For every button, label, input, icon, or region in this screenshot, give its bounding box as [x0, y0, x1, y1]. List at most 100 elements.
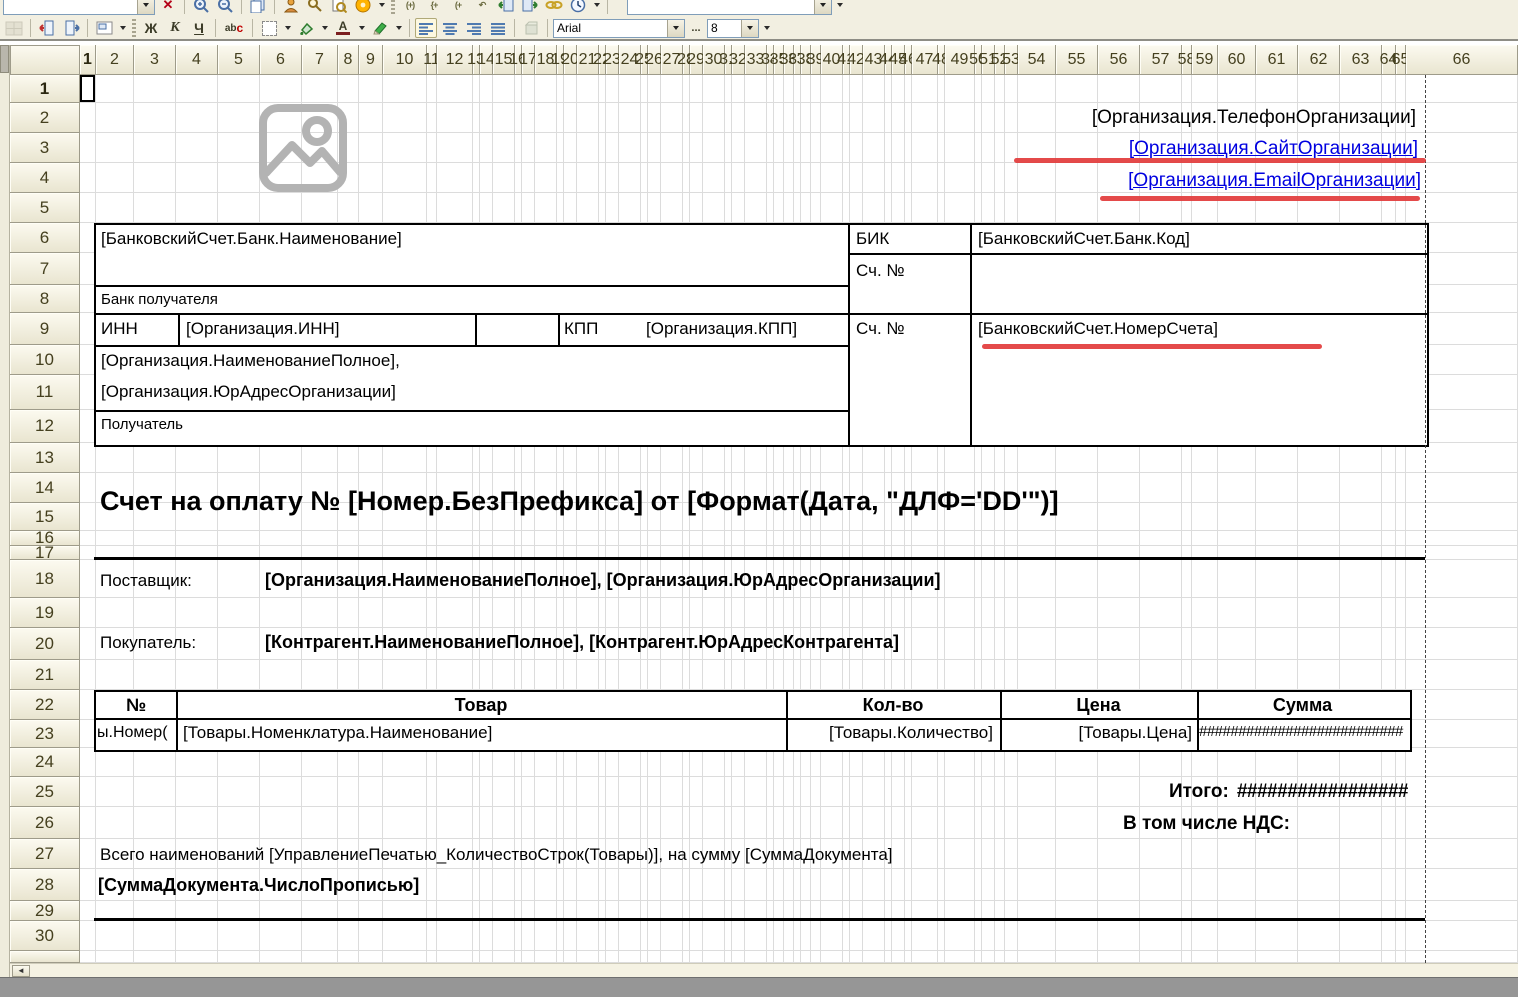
formula-box-dropdown-icon[interactable] — [814, 0, 831, 14]
buyer-value[interactable]: [Контрагент.НаименованиеПолное], [Контра… — [265, 632, 899, 653]
column-header[interactable]: 9 — [359, 45, 383, 75]
column-header[interactable]: 48 — [938, 45, 945, 75]
clear-icon[interactable]: ✕ — [157, 0, 179, 15]
zoom-in-icon[interactable] — [190, 0, 212, 15]
row-header[interactable]: 13 — [10, 443, 80, 473]
zoom-out-icon[interactable] — [214, 0, 236, 15]
group-rows-icon[interactable]: (+) — [399, 0, 421, 15]
group-columns-icon[interactable]: {+ — [423, 0, 445, 15]
row-header[interactable]: 20 — [10, 628, 80, 660]
column-header[interactable]: 42 — [850, 45, 863, 75]
merge-cells-icon[interactable] — [3, 18, 25, 38]
warning-icon[interactable] — [352, 0, 374, 15]
shrink-column-icon[interactable] — [36, 18, 58, 38]
search-icon[interactable] — [304, 0, 326, 15]
logo-image-placeholder[interactable] — [255, 100, 351, 201]
link-icon[interactable] — [543, 0, 565, 15]
org-email-link[interactable]: [Организация.EmailОрганизации] — [1128, 170, 1421, 192]
row-header[interactable]: 19 — [10, 598, 80, 628]
row-header[interactable]: 3 — [10, 133, 80, 163]
column-header[interactable]: 3 — [134, 45, 176, 75]
row-header[interactable]: 12 — [10, 410, 80, 443]
horizontal-scrollbar[interactable]: ◄ — [10, 963, 1518, 977]
font-size-value[interactable]: 8 — [708, 21, 741, 35]
account-value[interactable]: [БанковскийСчет.НомерСчета] — [978, 319, 1418, 339]
font-settings-icon[interactable]: abc — [221, 18, 247, 38]
text-color-dropdown-icon[interactable] — [356, 18, 367, 38]
bold-button[interactable]: Ж — [140, 18, 162, 38]
row-header[interactable]: 21 — [10, 660, 80, 690]
row-header[interactable]: 27 — [10, 839, 80, 869]
clock-icon[interactable] — [567, 0, 589, 15]
row-header[interactable]: 1 — [10, 75, 80, 103]
name-box-dropdown-icon[interactable] — [137, 0, 154, 14]
user-icon[interactable] — [280, 0, 302, 15]
column-header[interactable]: 17 — [522, 45, 535, 75]
toolbar2-overflow-icon[interactable] — [761, 18, 772, 38]
goods-row-price[interactable]: [Товары.Цена] — [1002, 723, 1192, 743]
fill-color-icon[interactable] — [295, 18, 317, 38]
named-area-icon[interactable] — [93, 18, 115, 38]
move-section-right-icon[interactable] — [519, 0, 541, 15]
column-header[interactable]: 39 — [811, 45, 821, 75]
row-header[interactable]: 8 — [10, 285, 80, 313]
row-header[interactable]: 25 — [10, 777, 80, 807]
kpp-value[interactable]: [Организация.КПП] — [646, 319, 846, 339]
column-header[interactable]: 59 — [1192, 45, 1218, 75]
text-color-icon[interactable]: А — [332, 18, 354, 38]
bik-value[interactable]: [БанковскийСчет.Банк.Код] — [978, 229, 1418, 249]
row-header[interactable]: 29 — [10, 901, 80, 921]
highlight-dropdown-icon[interactable] — [393, 18, 404, 38]
column-header[interactable]: 4 — [176, 45, 218, 75]
formula-box[interactable] — [627, 0, 832, 15]
font-name-value[interactable]: Arial — [554, 21, 667, 35]
view-document-icon[interactable] — [328, 0, 350, 15]
copy-pages-icon[interactable] — [247, 0, 269, 15]
scroll-left-icon[interactable]: ◄ — [12, 965, 30, 977]
font-name-dropdown-icon[interactable] — [667, 20, 684, 37]
font-size-dropdown-icon[interactable] — [741, 20, 758, 37]
column-header[interactable]: 60 — [1218, 45, 1256, 75]
borders-icon[interactable] — [258, 18, 280, 38]
font-size-combo[interactable]: 8 — [707, 19, 759, 38]
goods-row-num[interactable]: ы.Номер( — [97, 724, 175, 742]
row-header[interactable]: 26 — [10, 807, 80, 839]
column-header[interactable]: 66 — [1406, 45, 1518, 75]
fill-color-dropdown-icon[interactable] — [319, 18, 330, 38]
row-header[interactable]: 14 — [10, 473, 80, 503]
goods-row-qty[interactable]: [Товары.Количество] — [788, 723, 993, 743]
org-name-line1[interactable]: [Организация.НаименованиеПолное], — [101, 351, 400, 371]
named-area-dropdown-icon[interactable] — [117, 18, 128, 38]
column-header[interactable]: 10 — [383, 45, 427, 75]
row-header[interactable]: 24 — [10, 748, 80, 777]
row-header[interactable]: 17 — [10, 546, 80, 560]
column-header[interactable]: 55 — [1056, 45, 1098, 75]
org-site-link[interactable]: [Организация.СайтОрганизации] — [1129, 138, 1418, 160]
goods-row-sum[interactable]: ########################## — [1199, 723, 1405, 740]
italic-button[interactable]: К — [164, 18, 186, 38]
row-header[interactable]: 6 — [10, 223, 80, 253]
row-header[interactable]: 9 — [10, 313, 80, 345]
column-header[interactable]: 1 — [80, 45, 96, 75]
row-header[interactable]: 4 — [10, 163, 80, 193]
toolbar-overflow-icon[interactable] — [834, 0, 845, 15]
highlight-icon[interactable] — [369, 18, 391, 38]
column-header[interactable]: 6 — [260, 45, 302, 75]
column-header[interactable]: 32 — [732, 45, 745, 75]
borders-dropdown-icon[interactable] — [282, 18, 293, 38]
column-header[interactable]: 53 — [1005, 45, 1018, 75]
row-header[interactable]: 28 — [10, 869, 80, 901]
column-header[interactable]: 23 — [606, 45, 619, 75]
widen-column-icon[interactable] — [60, 18, 82, 38]
align-justify-icon[interactable] — [487, 18, 509, 38]
box-icon[interactable] — [520, 18, 542, 38]
row-header[interactable]: 22 — [10, 690, 80, 720]
row-header-partial[interactable] — [10, 951, 80, 963]
inn-value[interactable]: [Организация.ИНН] — [186, 319, 470, 339]
row-header[interactable]: 2 — [10, 103, 80, 133]
column-header[interactable]: 54 — [1018, 45, 1056, 75]
name-box[interactable] — [3, 0, 155, 15]
column-header[interactable]: 5 — [218, 45, 260, 75]
row-header[interactable]: 7 — [10, 253, 80, 285]
align-right-icon[interactable] — [463, 18, 485, 38]
